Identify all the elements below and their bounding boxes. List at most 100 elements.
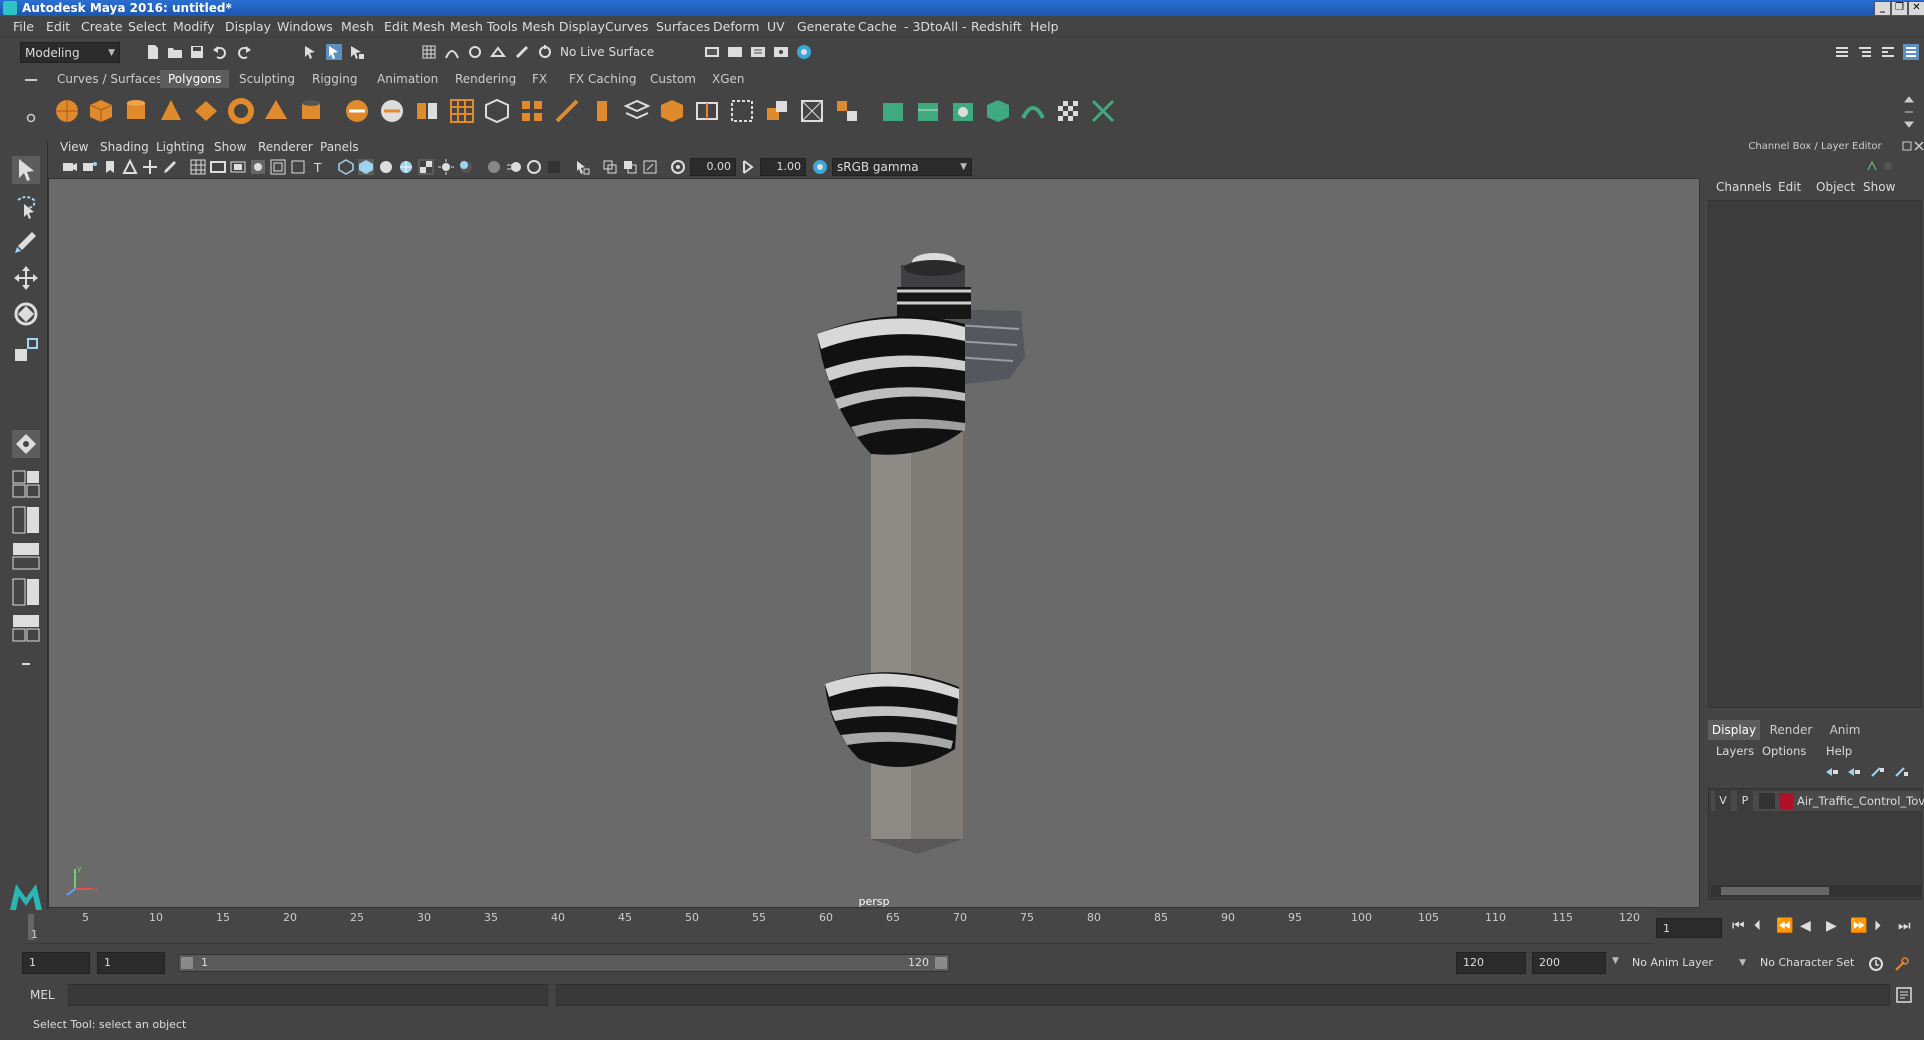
timeline-ruler[interactable]: 1 5 10 15 20 25 30 35 40 45 50 55 60 65 … xyxy=(28,910,1652,944)
field-chart-icon[interactable] xyxy=(270,159,286,175)
isolate-select-icon[interactable] xyxy=(574,159,590,175)
panel-menu-show[interactable]: Show xyxy=(214,140,246,154)
menu-deform[interactable]: Deform xyxy=(713,19,759,35)
safe-action-icon[interactable] xyxy=(290,159,306,175)
make-live-icon[interactable] xyxy=(537,44,553,60)
minimize-button[interactable]: _ xyxy=(1874,1,1891,16)
uv-unfold-icon[interactable] xyxy=(1020,98,1046,124)
new-empty-layer-icon[interactable] xyxy=(1870,766,1886,778)
poly-cone-icon[interactable] xyxy=(158,98,184,124)
live-surface-label[interactable]: No Live Surface xyxy=(560,45,654,59)
image-plane-icon[interactable] xyxy=(122,159,138,175)
shelf-tab-polygons[interactable]: Polygons xyxy=(160,70,230,88)
menu-mesh[interactable]: Mesh xyxy=(341,19,374,35)
poly-cylinder-icon[interactable] xyxy=(123,98,149,124)
gamma-icon[interactable] xyxy=(740,159,756,175)
current-frame-field[interactable]: 1 xyxy=(1656,918,1722,938)
grid-icon[interactable] xyxy=(190,159,206,175)
menu-mesh-tools[interactable]: Mesh Tools xyxy=(450,19,518,35)
time-slider[interactable]: 1 5 10 15 20 25 30 35 40 45 50 55 60 65 … xyxy=(0,910,1924,946)
play-backwards-icon[interactable]: ◀ xyxy=(1800,918,1811,934)
new-layer-from-selection-icon[interactable] xyxy=(1894,766,1910,778)
menu-edit-mesh[interactable]: Edit Mesh xyxy=(384,19,445,35)
multi-cut-icon[interactable] xyxy=(554,98,580,124)
channels-menu[interactable]: Channels xyxy=(1716,180,1772,194)
depth-of-field-icon[interactable] xyxy=(546,159,562,175)
menu-curves[interactable]: Curves xyxy=(605,19,648,35)
mel-command-input[interactable] xyxy=(68,984,548,1006)
persp-outliner-layout-icon[interactable] xyxy=(12,542,40,570)
scrollbar-thumb[interactable] xyxy=(1721,887,1829,895)
bridge-icon[interactable] xyxy=(484,98,510,124)
shelf-tab-curves-surfaces[interactable]: Curves / Surfaces xyxy=(49,70,170,88)
float-panel-icon[interactable] xyxy=(1902,141,1912,151)
snap-live-icon[interactable] xyxy=(514,44,530,60)
menu-mesh-display[interactable]: Mesh Display xyxy=(522,19,605,35)
menu-create[interactable]: Create xyxy=(81,19,123,35)
poly-sphere-icon[interactable] xyxy=(54,98,80,124)
perspective-viewport[interactable]: y x persp xyxy=(48,178,1700,908)
layer-type-toggle[interactable] xyxy=(1759,793,1775,809)
film-gate-icon[interactable] xyxy=(210,159,226,175)
poly-torus-icon[interactable] xyxy=(228,98,254,124)
smooth-shade-icon[interactable] xyxy=(358,159,374,175)
grease-pencil-icon[interactable] xyxy=(162,159,178,175)
close-panel-icon[interactable] xyxy=(1914,141,1924,151)
render-history-icon[interactable] xyxy=(704,44,720,60)
menu-modify[interactable]: Modify xyxy=(173,19,214,35)
animation-end-field[interactable]: 200 xyxy=(1532,952,1606,974)
layer-tab-display[interactable]: Display xyxy=(1708,720,1760,740)
character-set-dropdown[interactable]: No Character Set xyxy=(1756,952,1878,974)
last-tool-icon[interactable] xyxy=(12,430,40,458)
shelf-settings-icon[interactable] xyxy=(26,113,36,123)
menu-cache[interactable]: Cache xyxy=(858,19,897,35)
hypershade-layout-icon[interactable] xyxy=(12,614,40,642)
tool-settings-icon[interactable] xyxy=(1880,44,1896,60)
snap-view-plane-icon[interactable] xyxy=(490,44,506,60)
single-perspective-layout-icon[interactable] xyxy=(12,470,40,498)
step-back-key-icon[interactable]: ⏪ xyxy=(1776,918,1793,934)
shelf-menu-icon[interactable] xyxy=(24,77,38,83)
shelf-tab-sculpting[interactable]: Sculpting xyxy=(231,70,303,88)
show-menu[interactable]: Show xyxy=(1863,180,1895,194)
use-all-lights-icon[interactable] xyxy=(438,159,454,175)
channel-box-toggle-icon[interactable] xyxy=(1903,44,1919,60)
panel-menu-view[interactable]: View xyxy=(60,140,88,154)
hypershade-icon[interactable] xyxy=(796,44,812,60)
new-scene-icon[interactable] xyxy=(145,44,161,60)
step-forward-frame-icon[interactable]: ⏵ xyxy=(1874,918,1881,934)
wireframe-on-shaded-icon[interactable] xyxy=(398,159,414,175)
edit-menu[interactable]: Edit xyxy=(1778,180,1801,194)
toolbox-collapse-icon[interactable] xyxy=(12,650,40,678)
play-forwards-icon[interactable]: ▶ xyxy=(1826,918,1837,934)
auto-key-icon[interactable] xyxy=(1868,956,1884,972)
go-to-end-icon[interactable]: ⏭ xyxy=(1898,918,1911,934)
menu-redshift[interactable]: Redshift xyxy=(971,19,1022,35)
menu-edit[interactable]: Edit xyxy=(46,19,70,35)
move-tool-icon[interactable] xyxy=(12,264,40,292)
xray-components-icon[interactable] xyxy=(642,159,658,175)
layer-help-menu[interactable]: Help xyxy=(1826,744,1852,758)
layers-menu[interactable]: Layers xyxy=(1716,744,1754,758)
script-editor-icon[interactable] xyxy=(1896,987,1912,1003)
shelf-tab-animation[interactable]: Animation xyxy=(369,70,446,88)
bevel-icon[interactable] xyxy=(519,98,545,124)
shelf-tab-rendering[interactable]: Rendering xyxy=(447,70,524,88)
smooth-icon[interactable] xyxy=(414,98,440,124)
use-default-material-icon[interactable] xyxy=(378,159,394,175)
offset-edge-loop-icon[interactable] xyxy=(729,98,755,124)
menuset-dropdown[interactable]: Modeling ▼ xyxy=(20,42,120,63)
range-slider[interactable]: 1 120 xyxy=(178,954,950,972)
poly-cube-icon[interactable] xyxy=(88,98,114,124)
menu-help[interactable]: Help xyxy=(1030,19,1059,35)
camera-attributes-icon[interactable] xyxy=(82,159,98,175)
poly-pyramid-icon[interactable] xyxy=(263,98,289,124)
animation-preferences-icon[interactable] xyxy=(1894,956,1910,972)
panel-menu-shading[interactable]: Shading xyxy=(100,140,149,154)
menu-file[interactable]: File xyxy=(13,19,34,35)
separate-icon[interactable] xyxy=(379,98,405,124)
move-layer-up-icon[interactable] xyxy=(1824,766,1840,778)
wireframe-icon[interactable] xyxy=(338,159,354,175)
safe-title-icon[interactable]: T xyxy=(310,159,326,175)
color-management-icon[interactable] xyxy=(812,159,828,175)
